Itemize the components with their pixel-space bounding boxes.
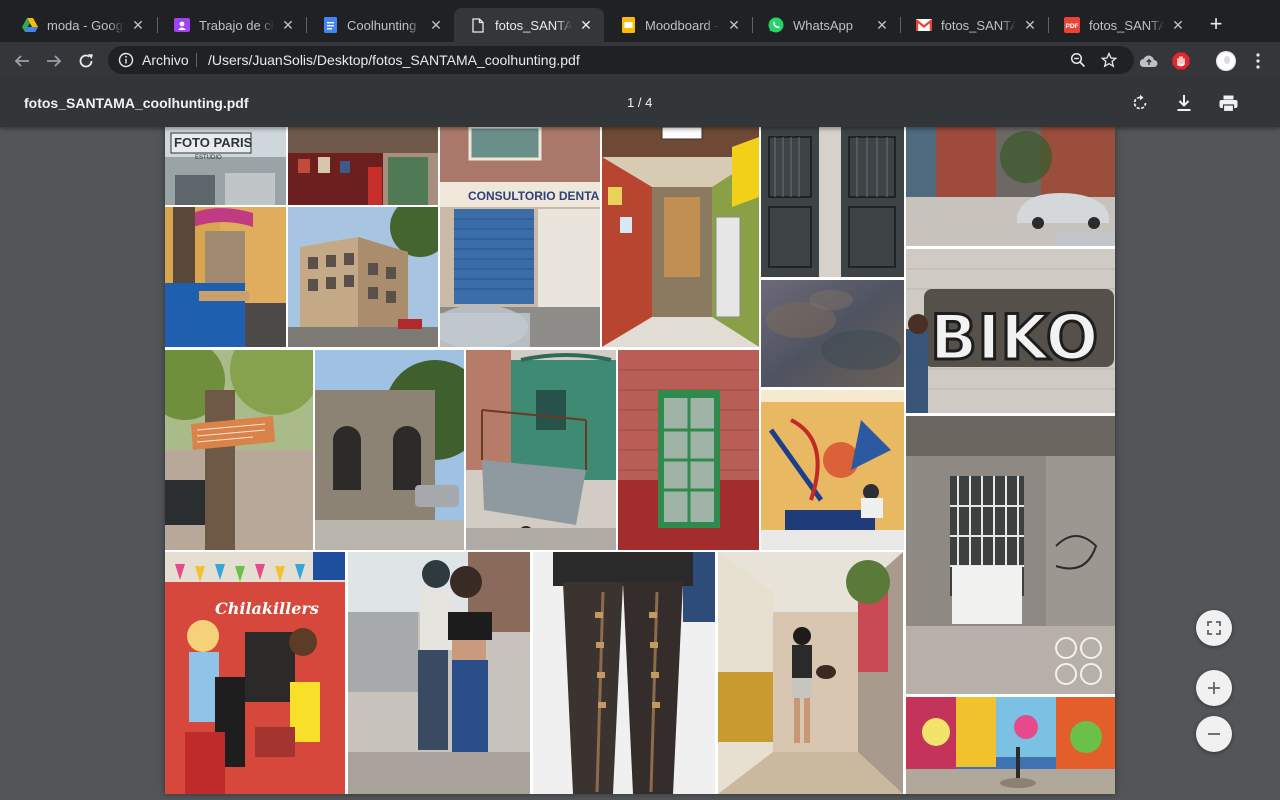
- back-button[interactable]: [9, 48, 35, 74]
- tab-pdf-active[interactable]: fotos_SANTAMA_coolhunting.pdf ✕: [454, 8, 604, 42]
- rotate-icon: [1133, 94, 1147, 110]
- tab-strip: moda - Google Drive ✕ Trabajo de clase ✕…: [0, 0, 1280, 42]
- tab-title: Trabajo de clase: [199, 17, 274, 33]
- gmail-icon: [916, 17, 932, 33]
- docs-icon: [322, 17, 338, 33]
- info-icon[interactable]: [118, 52, 134, 68]
- zoom-icon[interactable]: [1070, 52, 1086, 68]
- extension-drive[interactable]: [1139, 51, 1159, 71]
- reload-button[interactable]: [73, 48, 99, 74]
- forward-button[interactable]: [41, 48, 67, 74]
- photo-street-fashion-couple: [348, 552, 530, 794]
- tab-google-docs[interactable]: Coolhunting - Google Docs ✕: [306, 8, 454, 42]
- close-icon[interactable]: ✕: [130, 17, 146, 33]
- photo-corner-store-interior: [602, 127, 759, 347]
- extension-adblock[interactable]: [1171, 51, 1191, 71]
- tab-title: Moodboard - Google Slides: [645, 17, 720, 33]
- photo-consultorio-dental: CONSULTORIO DENTAL: [440, 127, 600, 347]
- tab-classroom[interactable]: Trabajo de clase ✕: [158, 8, 306, 42]
- close-icon[interactable]: ✕: [874, 17, 890, 33]
- photo-textured-wall: [761, 280, 904, 387]
- fit-to-page-button[interactable]: [1196, 610, 1232, 646]
- rotate-button[interactable]: [1129, 92, 1151, 114]
- photo-street-walker: [718, 552, 903, 794]
- arrow-left-icon: [14, 55, 29, 67]
- photo-corner-building: [288, 207, 438, 347]
- photo-patterned-trousers: [533, 552, 715, 794]
- photo-blue-bench: [165, 207, 286, 347]
- whatsapp-icon: [768, 17, 784, 33]
- photo-old-wooden-door: [761, 127, 904, 277]
- close-icon[interactable]: ✕: [280, 17, 296, 33]
- google-drive-icon: [22, 17, 38, 33]
- close-icon[interactable]: ✕: [428, 17, 444, 33]
- fullscreen-icon: [1207, 621, 1221, 635]
- pdf-toolbar: fotos_SANTAMA_coolhunting.pdf 1 / 4: [0, 79, 1280, 127]
- tab-title: fotos_SANTAMA_coolhunting.pdf: [1089, 17, 1164, 33]
- address-bar[interactable]: Archivo /Users/JuanSolis/Desktop/fotos_S…: [108, 46, 1134, 74]
- tab-title: fotos_SANTAMA_coolhunting: [941, 17, 1016, 33]
- photo-foto-paris-storefront: FOTO PARIS ESTUDIO: [165, 127, 286, 205]
- pdf-page: FOTO PARIS ESTUDIO CONSULTORIO DENTAL BI…: [165, 127, 1115, 794]
- minus-icon: [1208, 733, 1220, 735]
- photo-arched-doorways: [315, 350, 464, 550]
- graffiti-text: BIKO: [930, 301, 1098, 374]
- dental-sign-text: CONSULTORIO DENTAL: [468, 189, 600, 203]
- new-tab-button[interactable]: +: [1206, 13, 1226, 35]
- photo-red-shopfront: [288, 127, 438, 205]
- pdf-icon: PDF: [1064, 17, 1080, 33]
- print-button[interactable]: [1217, 92, 1239, 114]
- drive-upload-icon: [1140, 55, 1158, 68]
- file-icon: [470, 17, 486, 33]
- tab-title: fotos_SANTAMA_coolhunting.pdf: [495, 17, 572, 33]
- svg-text:PDF: PDF: [1066, 23, 1079, 30]
- browser-toolbar: Archivo /Users/JuanSolis/Desktop/fotos_S…: [0, 42, 1280, 79]
- printer-icon: [1219, 95, 1237, 112]
- download-icon: [1177, 95, 1191, 111]
- profile-avatar[interactable]: [1216, 51, 1236, 71]
- pdf-filename: fotos_SANTAMA_coolhunting.pdf: [24, 95, 249, 111]
- zoom-in-button[interactable]: [1196, 670, 1232, 706]
- zoom-out-button[interactable]: [1196, 716, 1232, 752]
- tab-title: moda - Google Drive: [47, 17, 124, 33]
- avatar: [1216, 51, 1236, 71]
- tab-title: WhatsApp: [793, 17, 853, 33]
- photo-colorful-mural-courtyard: [906, 697, 1115, 794]
- store-sign-text: FOTO PARIS: [174, 135, 253, 150]
- kebab-menu-icon: [1256, 53, 1260, 69]
- photo-cafe-mural: [761, 390, 904, 550]
- url-text[interactable]: /Users/JuanSolis/Desktop/fotos_SANTAMA_c…: [208, 52, 580, 68]
- arrow-right-icon: [47, 55, 62, 67]
- plus-icon: [1208, 682, 1220, 694]
- photo-green-building-cart: [466, 350, 616, 550]
- tab-gmail[interactable]: fotos_SANTAMA_coolhunting ✕: [900, 8, 1048, 42]
- photo-green-door-red-wall: [618, 350, 759, 550]
- menu-button[interactable]: [1248, 51, 1268, 71]
- tab-google-slides[interactable]: Moodboard - Google Slides ✕: [604, 8, 752, 42]
- photo-chilakillers-mural: Chilakillers: [165, 552, 345, 794]
- star-icon[interactable]: [1101, 52, 1117, 68]
- close-icon[interactable]: ✕: [1170, 17, 1186, 33]
- photo-graffiti-biko: BIKO: [906, 249, 1115, 413]
- url-divider: [196, 53, 197, 67]
- tab-title: Coolhunting - Google Docs: [347, 17, 422, 33]
- close-icon[interactable]: ✕: [726, 17, 742, 33]
- tab-whatsapp[interactable]: WhatsApp ✕: [752, 8, 900, 42]
- page-indicator: 1 / 4: [627, 95, 653, 110]
- mural-text: Chilakillers: [215, 599, 319, 618]
- reload-icon: [79, 54, 93, 68]
- store-sign-subtext: ESTUDIO: [195, 155, 222, 161]
- photo-tree-sign: [165, 350, 313, 550]
- photo-grated-window: [906, 416, 1115, 694]
- close-icon[interactable]: ✕: [1022, 17, 1038, 33]
- hand-stop-icon: [1172, 52, 1190, 70]
- download-button[interactable]: [1173, 92, 1195, 114]
- photo-street-parked-cars: [906, 127, 1115, 246]
- close-icon[interactable]: ✕: [578, 17, 594, 33]
- classroom-icon: [174, 17, 190, 33]
- tab-pdf-second[interactable]: PDF fotos_SANTAMA_coolhunting.pdf ✕: [1048, 8, 1196, 42]
- slides-icon: [620, 17, 636, 33]
- url-scheme-label: Archivo: [142, 52, 189, 68]
- tab-google-drive[interactable]: moda - Google Drive ✕: [6, 8, 156, 42]
